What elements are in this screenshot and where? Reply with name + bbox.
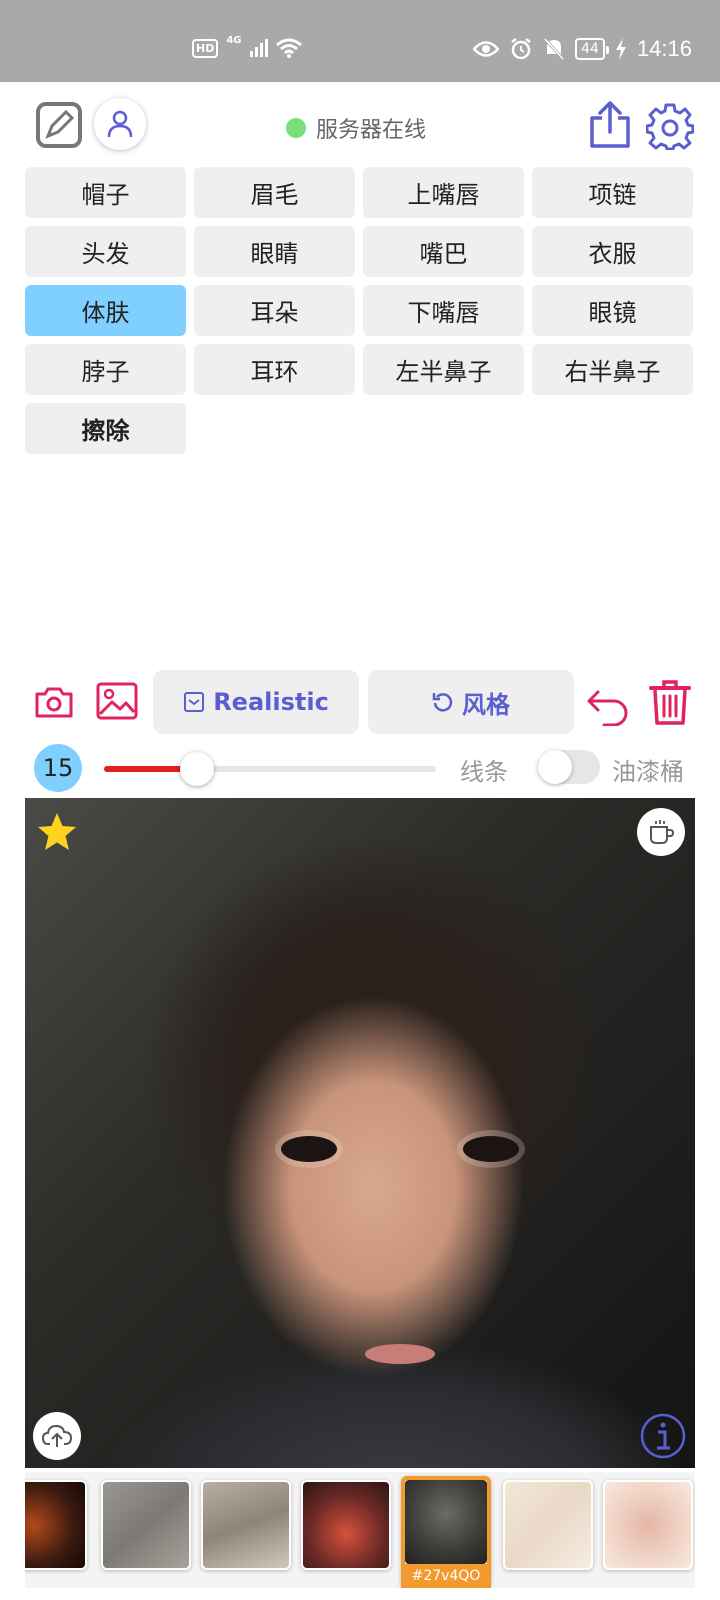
server-status: 服务器在线 xyxy=(286,112,426,144)
slider-thumb[interactable] xyxy=(179,752,214,786)
style-thumbnail[interactable] xyxy=(101,1480,191,1570)
refresh-icon xyxy=(432,693,453,712)
image-icon[interactable] xyxy=(96,682,138,720)
gear-icon[interactable] xyxy=(646,102,694,150)
share-icon[interactable] xyxy=(588,100,632,150)
style-thumbnail[interactable] xyxy=(603,1480,693,1570)
thumbnail-image xyxy=(405,1480,487,1564)
style-label: 风格 xyxy=(462,690,510,719)
app-logo-icon[interactable] xyxy=(36,102,82,148)
style-thumbnail[interactable] xyxy=(25,1480,87,1570)
brush-size-slider[interactable] xyxy=(104,752,436,786)
segment-left-nose[interactable]: 左半鼻子 xyxy=(363,344,524,395)
segment-eye[interactable]: 眼睛 xyxy=(194,226,355,277)
alarm-icon xyxy=(511,38,531,60)
realistic-label: Realistic xyxy=(213,688,329,716)
undo-icon[interactable] xyxy=(586,682,630,726)
user-icon xyxy=(107,110,133,138)
battery-icon: 44 xyxy=(575,38,609,60)
realistic-style-button[interactable]: Realistic xyxy=(153,670,359,734)
trash-icon[interactable] xyxy=(648,678,692,726)
segment-grid: 帽子 眉毛 上嘴唇 项链 头发 眼睛 嘴巴 衣服 体肤 耳朵 下嘴唇 眼镜 脖子… xyxy=(25,167,695,454)
tools-row: Realistic 风格 xyxy=(0,670,720,734)
thumbnail-strip: #27v4QO xyxy=(25,1472,695,1588)
segment-lower-lip[interactable]: 下嘴唇 xyxy=(363,285,524,336)
camera-icon[interactable] xyxy=(34,684,74,720)
coffee-button[interactable] xyxy=(637,808,685,856)
photo-right-eye xyxy=(463,1136,519,1162)
style-thumbnail[interactable] xyxy=(201,1480,291,1570)
mute-icon xyxy=(543,37,565,61)
charging-icon xyxy=(615,38,626,60)
segment-mouth[interactable]: 嘴巴 xyxy=(363,226,524,277)
segment-eyebrow[interactable]: 眉毛 xyxy=(194,167,355,218)
online-indicator xyxy=(286,118,306,138)
style-button[interactable]: 风格 xyxy=(368,670,574,734)
segment-earring[interactable]: 耳环 xyxy=(194,344,355,395)
segment-skin[interactable]: 体肤 xyxy=(25,285,186,336)
segment-clothes[interactable]: 衣服 xyxy=(532,226,693,277)
style-thumbnail[interactable] xyxy=(301,1480,391,1570)
segment-necklace[interactable]: 项链 xyxy=(532,167,693,218)
segment-hat[interactable]: 帽子 xyxy=(25,167,186,218)
checkbox-icon xyxy=(184,692,205,712)
signal-icon xyxy=(249,39,268,57)
user-button[interactable] xyxy=(94,98,146,150)
thumbnail-tag: #27v4QO xyxy=(401,1564,491,1588)
clock: 14:16 xyxy=(636,36,692,61)
top-toolbar: 服务器在线 xyxy=(0,82,720,168)
style-thumbnail-selected[interactable]: #27v4QO xyxy=(401,1476,491,1588)
line-mode-label: 线条 xyxy=(460,758,508,786)
hd-icon: HD xyxy=(192,38,219,58)
info-icon[interactable] xyxy=(639,1412,687,1460)
status-right: 44 14:16 xyxy=(473,36,692,62)
photo-mouth xyxy=(365,1344,435,1364)
segment-upper-lip[interactable]: 上嘴唇 xyxy=(363,167,524,218)
coffee-cup-icon xyxy=(650,820,675,844)
paint-bucket-toggle[interactable] xyxy=(538,750,600,784)
photo-left-eye xyxy=(281,1136,337,1162)
brush-controls: 15 线条 油漆桶 xyxy=(0,742,720,792)
segment-neck[interactable]: 脖子 xyxy=(25,344,186,395)
segment-right-nose[interactable]: 右半鼻子 xyxy=(532,344,693,395)
wifi-icon xyxy=(275,38,302,58)
segment-ear[interactable]: 耳朵 xyxy=(194,285,355,336)
network-type: 4G xyxy=(226,34,242,46)
brush-size-indicator: 15 xyxy=(34,744,82,792)
upload-button[interactable] xyxy=(33,1412,81,1460)
status-bar: HD 4G 44 14:16 xyxy=(0,0,720,82)
drawing-canvas[interactable] xyxy=(25,798,695,1468)
style-thumbnail[interactable] xyxy=(503,1480,593,1570)
status-left: HD 4G xyxy=(192,34,302,58)
eye-icon xyxy=(473,41,500,57)
cloud-upload-icon xyxy=(42,1424,72,1447)
segment-hair[interactable]: 头发 xyxy=(25,226,186,277)
segment-erase[interactable]: 擦除 xyxy=(25,403,186,454)
toggle-knob xyxy=(538,750,572,784)
star-icon[interactable] xyxy=(35,810,79,854)
paint-bucket-label: 油漆桶 xyxy=(612,758,684,786)
segment-glasses[interactable]: 眼镜 xyxy=(532,285,693,336)
server-status-label: 服务器在线 xyxy=(316,118,427,143)
